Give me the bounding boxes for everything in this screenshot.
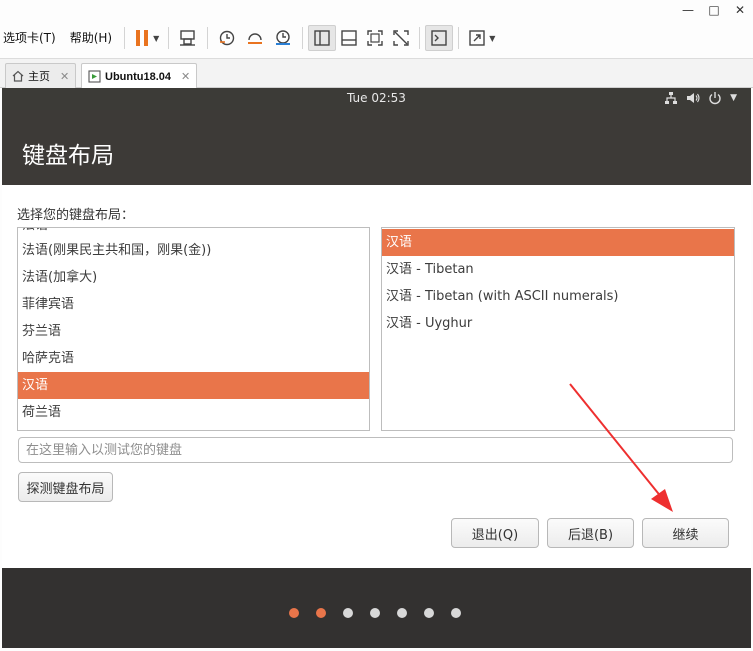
installer-content: 选择您的键盘布局： 法语 法语(刚果民主共和国，刚果(金)) 法语(加拿大) 菲… xyxy=(2,185,751,568)
snapshot-manager-button[interactable] xyxy=(269,25,297,51)
keyboard-test-input[interactable] xyxy=(18,437,733,463)
minimize-button[interactable]: — xyxy=(675,0,701,20)
quit-button[interactable]: 退出(Q) xyxy=(451,518,539,548)
maximize-button[interactable]: □ xyxy=(701,0,727,20)
detect-layout-button[interactable]: 探测键盘布局 xyxy=(18,472,113,502)
sidebar-layout-icon xyxy=(314,30,330,46)
vmware-toolbar: 选项卡(T) 帮助(H) ▼ ▼ xyxy=(0,22,753,54)
list-item[interactable]: 哈萨克语 xyxy=(18,345,369,372)
tab-ubuntu[interactable]: Ubuntu18.04 ✕ xyxy=(81,63,198,89)
tab-home[interactable]: 主页 ✕ xyxy=(5,63,77,88)
revert-snapshot-button[interactable] xyxy=(241,25,269,51)
window-controls: — □ ✕ xyxy=(675,0,753,20)
chevron-down-icon: ▼ xyxy=(730,93,737,103)
progress-dot-pending xyxy=(451,608,461,618)
toolbar-divider xyxy=(302,27,304,49)
ubuntu-top-bar: Tue 02:53 ▼ xyxy=(2,88,751,110)
no-frame-icon xyxy=(393,30,409,46)
clock[interactable]: Tue 02:53 xyxy=(2,91,751,105)
installer-header xyxy=(2,110,751,187)
stretch-icon xyxy=(469,30,485,46)
snapshot-clock-icon xyxy=(220,30,235,46)
progress-dot-pending xyxy=(397,608,407,618)
snapshot-manager-icon xyxy=(276,30,291,45)
stretch-view-button[interactable]: ▼ xyxy=(464,25,499,51)
variant-item[interactable]: 汉语 - Uyghur xyxy=(382,310,734,337)
volume-icon xyxy=(687,93,700,103)
list-item[interactable]: 法语(刚果民主共和国，刚果(金)) xyxy=(18,237,369,264)
installer-progress xyxy=(2,608,751,620)
vm-tab-strip: 主页 ✕ Ubuntu18.04 ✕ xyxy=(0,58,753,89)
list-item[interactable]: 芬兰语 xyxy=(18,318,369,345)
back-button[interactable]: 后退(B) xyxy=(547,518,634,548)
variant-item[interactable]: 汉语 - Tibetan xyxy=(382,256,734,283)
variant-item-selected[interactable]: 汉语 xyxy=(382,229,734,256)
progress-dot-pending xyxy=(370,608,380,618)
list-item-selected[interactable]: 汉语 xyxy=(18,372,369,399)
menu-tabs[interactable]: 选项卡(T) xyxy=(0,26,63,50)
power-icon xyxy=(709,92,721,105)
progress-dot-pending xyxy=(343,608,353,618)
close-icon[interactable]: ✕ xyxy=(60,70,69,83)
show-library-button[interactable] xyxy=(308,25,337,51)
close-window-button[interactable]: ✕ xyxy=(727,0,753,20)
progress-dot-done xyxy=(289,608,299,618)
send-ctrl-alt-del-button[interactable] xyxy=(174,25,202,51)
keyboard-layout-list[interactable]: 法语 法语(刚果民主共和国，刚果(金)) 法语(加拿大) 菲律宾语 芬兰语 哈萨… xyxy=(17,227,370,431)
keyboard-send-icon xyxy=(180,30,196,46)
pause-vm-button[interactable]: ▼ xyxy=(130,25,163,51)
toolbar-divider xyxy=(124,27,126,49)
tab-ubuntu-label: Ubuntu18.04 xyxy=(105,70,172,83)
toolbar-divider xyxy=(458,27,460,49)
vm-icon xyxy=(88,70,101,83)
console-view-button[interactable] xyxy=(425,25,454,51)
terminal-icon xyxy=(431,30,447,46)
pause-icon xyxy=(136,30,149,46)
variant-item[interactable]: 汉语 - Tibetan (with ASCII numerals) xyxy=(382,283,734,310)
revert-snapshot-icon xyxy=(248,33,263,44)
chevron-down-icon: ▼ xyxy=(153,33,160,43)
list-item[interactable]: 菲律宾语 xyxy=(18,291,369,318)
tab-home-label: 主页 xyxy=(28,70,50,83)
keyboard-variant-list[interactable]: 汉语 汉语 - Tibetan 汉语 - Tibetan (with ASCII… xyxy=(381,227,735,431)
network-icon xyxy=(665,92,678,104)
bottom-panel-layout-icon xyxy=(341,30,357,46)
fullscreen-icon xyxy=(367,30,383,46)
chevron-down-icon: ▼ xyxy=(489,33,496,43)
toolbar-divider xyxy=(419,27,421,49)
list-item[interactable]: 荷兰语 xyxy=(18,399,369,426)
list-item[interactable]: 法语(加拿大) xyxy=(18,264,369,291)
system-tray[interactable]: ▼ xyxy=(664,91,737,105)
show-thumbnail-button[interactable] xyxy=(336,25,362,51)
progress-dot-pending xyxy=(424,608,434,618)
toolbar-divider xyxy=(207,27,209,49)
home-icon xyxy=(12,70,24,82)
close-icon[interactable]: ✕ xyxy=(181,70,190,83)
layout-prompt: 选择您的键盘布局： xyxy=(17,208,135,223)
guest-screen: Tue 02:53 ▼ 键盘布局 选择您的键盘布局： 法语 法语(刚果民主共和国… xyxy=(2,88,751,648)
continue-button[interactable]: 继续 xyxy=(642,518,729,548)
page-title: 键盘布局 xyxy=(22,143,114,169)
menu-help[interactable]: 帮助(H) xyxy=(63,26,119,50)
unity-mode-button[interactable] xyxy=(388,25,414,51)
snapshot-button[interactable] xyxy=(213,25,241,51)
toolbar-divider xyxy=(168,27,170,49)
list-item-partial[interactable]: 法语 xyxy=(22,228,48,233)
full-screen-button[interactable] xyxy=(362,25,388,51)
progress-dot-done xyxy=(316,608,326,618)
